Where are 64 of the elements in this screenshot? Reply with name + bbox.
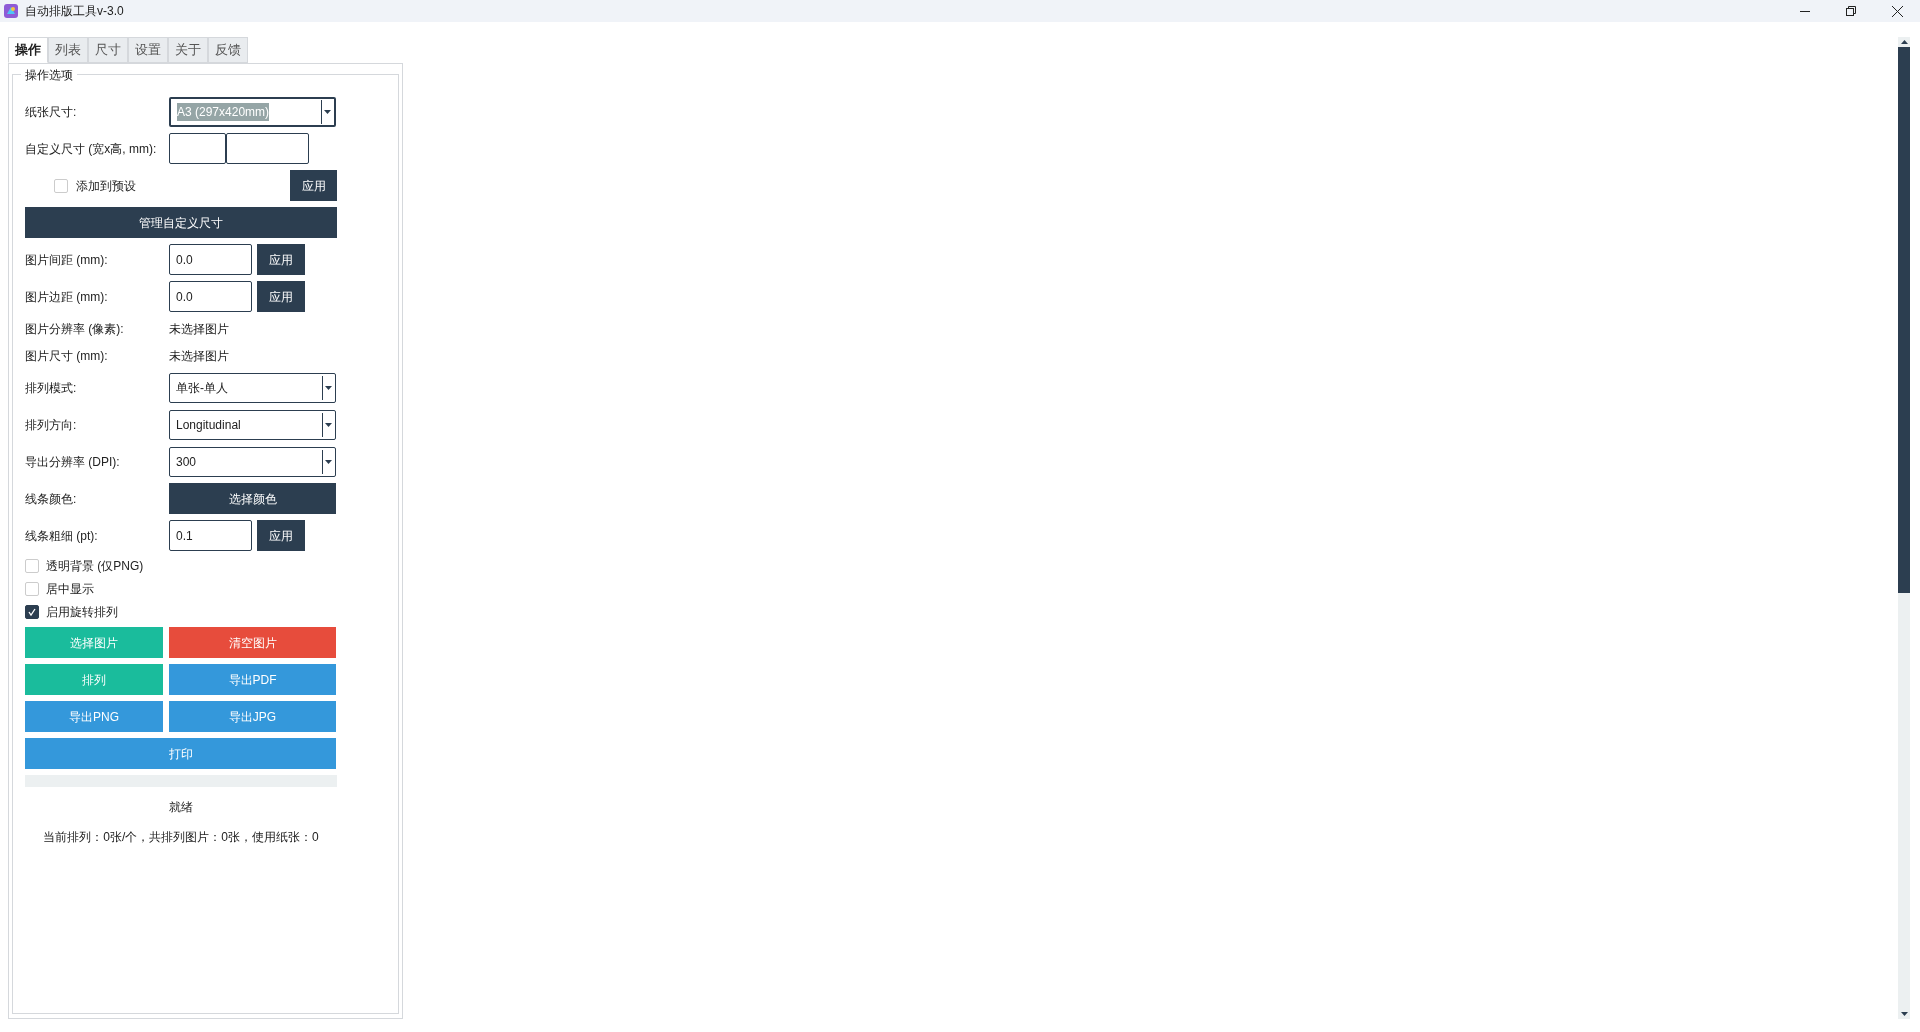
field-label: 图片尺寸 (mm): [25, 347, 109, 365]
action-button[interactable]: 清空图片 [169, 627, 336, 658]
window-title: 自动排版工具v-3.0 [25, 3, 124, 20]
checkbox-label: 透明背景 (仅PNG) [46, 557, 144, 575]
tab[interactable]: 反馈 [208, 37, 248, 63]
scroll-down-icon [1900, 1012, 1908, 1016]
scrollbar[interactable] [1898, 37, 1910, 1019]
apply-button[interactable]: 应用 [257, 281, 305, 312]
dropdown-value: A3 (297x420mm) [177, 102, 270, 121]
status-text: 就绪 [169, 799, 193, 816]
apply-button[interactable]: 应用 [290, 170, 337, 201]
tab[interactable]: 尺寸 [88, 37, 128, 63]
tab[interactable]: 关于 [168, 37, 208, 63]
dropdown-value: 单张-单人 [176, 379, 228, 397]
height-input[interactable] [226, 133, 309, 164]
dropdown-value: 300 [176, 453, 197, 471]
caret-icon [325, 459, 332, 464]
app-icon [3, 3, 19, 19]
number-input[interactable]: 0.1 [169, 520, 252, 551]
restore-icon [1846, 6, 1856, 16]
check-icon [27, 606, 37, 617]
dropdown-button[interactable] [322, 412, 334, 437]
dropdown[interactable]: 300 [169, 446, 336, 477]
group-title: 操作选项 [21, 66, 77, 84]
field-label: 图片间距 (mm): [25, 251, 109, 269]
field-label: 图片边距 (mm): [25, 288, 109, 306]
field-label: 排列模式: [25, 379, 78, 397]
dropdown-button[interactable] [322, 449, 334, 474]
dropdown-button[interactable] [321, 99, 333, 124]
summary-text: 当前排列：0张/个，共排列图片：0张，使用纸张：0 [43, 829, 319, 846]
info-value: 未选择图片 [169, 347, 229, 365]
dropdown[interactable]: 单张-单人 [169, 372, 336, 403]
field-label: 自定义尺寸 (宽x高, mm): [25, 140, 158, 158]
tab[interactable]: 列表 [48, 37, 88, 63]
tab[interactable]: 设置 [128, 37, 168, 63]
choose-color-button[interactable]: 选择颜色 [169, 483, 336, 514]
apply-button[interactable]: 应用 [257, 244, 305, 275]
scrollbar-thumb[interactable] [1898, 47, 1910, 593]
checkbox[interactable] [25, 604, 39, 619]
checkbox-label: 添加到预设 [76, 177, 136, 195]
field-label: 排列方向: [25, 416, 78, 434]
number-input[interactable]: 0.0 [169, 244, 252, 275]
caret-icon [325, 385, 332, 390]
field-label: 导出分辨率 (DPI): [25, 453, 121, 471]
width-input[interactable] [169, 133, 226, 164]
number-input[interactable]: 0.0 [169, 281, 252, 312]
dropdown[interactable]: Longitudinal [169, 409, 336, 440]
minimize-icon [1800, 10, 1810, 12]
apply-button[interactable]: 应用 [257, 520, 305, 551]
scroll-up-icon [1900, 40, 1908, 44]
checkbox-label: 启用旋转排列 [46, 603, 118, 621]
dropdown-button[interactable] [322, 375, 334, 400]
field-label: 线条颜色: [25, 490, 78, 508]
dropdown-value: Longitudinal [176, 416, 241, 434]
field-label: 纸张尺寸: [25, 103, 78, 121]
close-icon [1891, 5, 1903, 17]
checkbox-label: 居中显示 [46, 580, 94, 598]
manage-sizes-button[interactable]: 管理自定义尺寸 [25, 207, 337, 238]
tab[interactable]: 操作 [8, 37, 48, 63]
field-label: 线条粗细 (pt): [25, 527, 99, 545]
caret-icon [324, 109, 331, 114]
field-label: 图片分辨率 (像素): [25, 320, 125, 338]
caret-icon [325, 422, 332, 427]
info-value: 未选择图片 [169, 320, 229, 338]
